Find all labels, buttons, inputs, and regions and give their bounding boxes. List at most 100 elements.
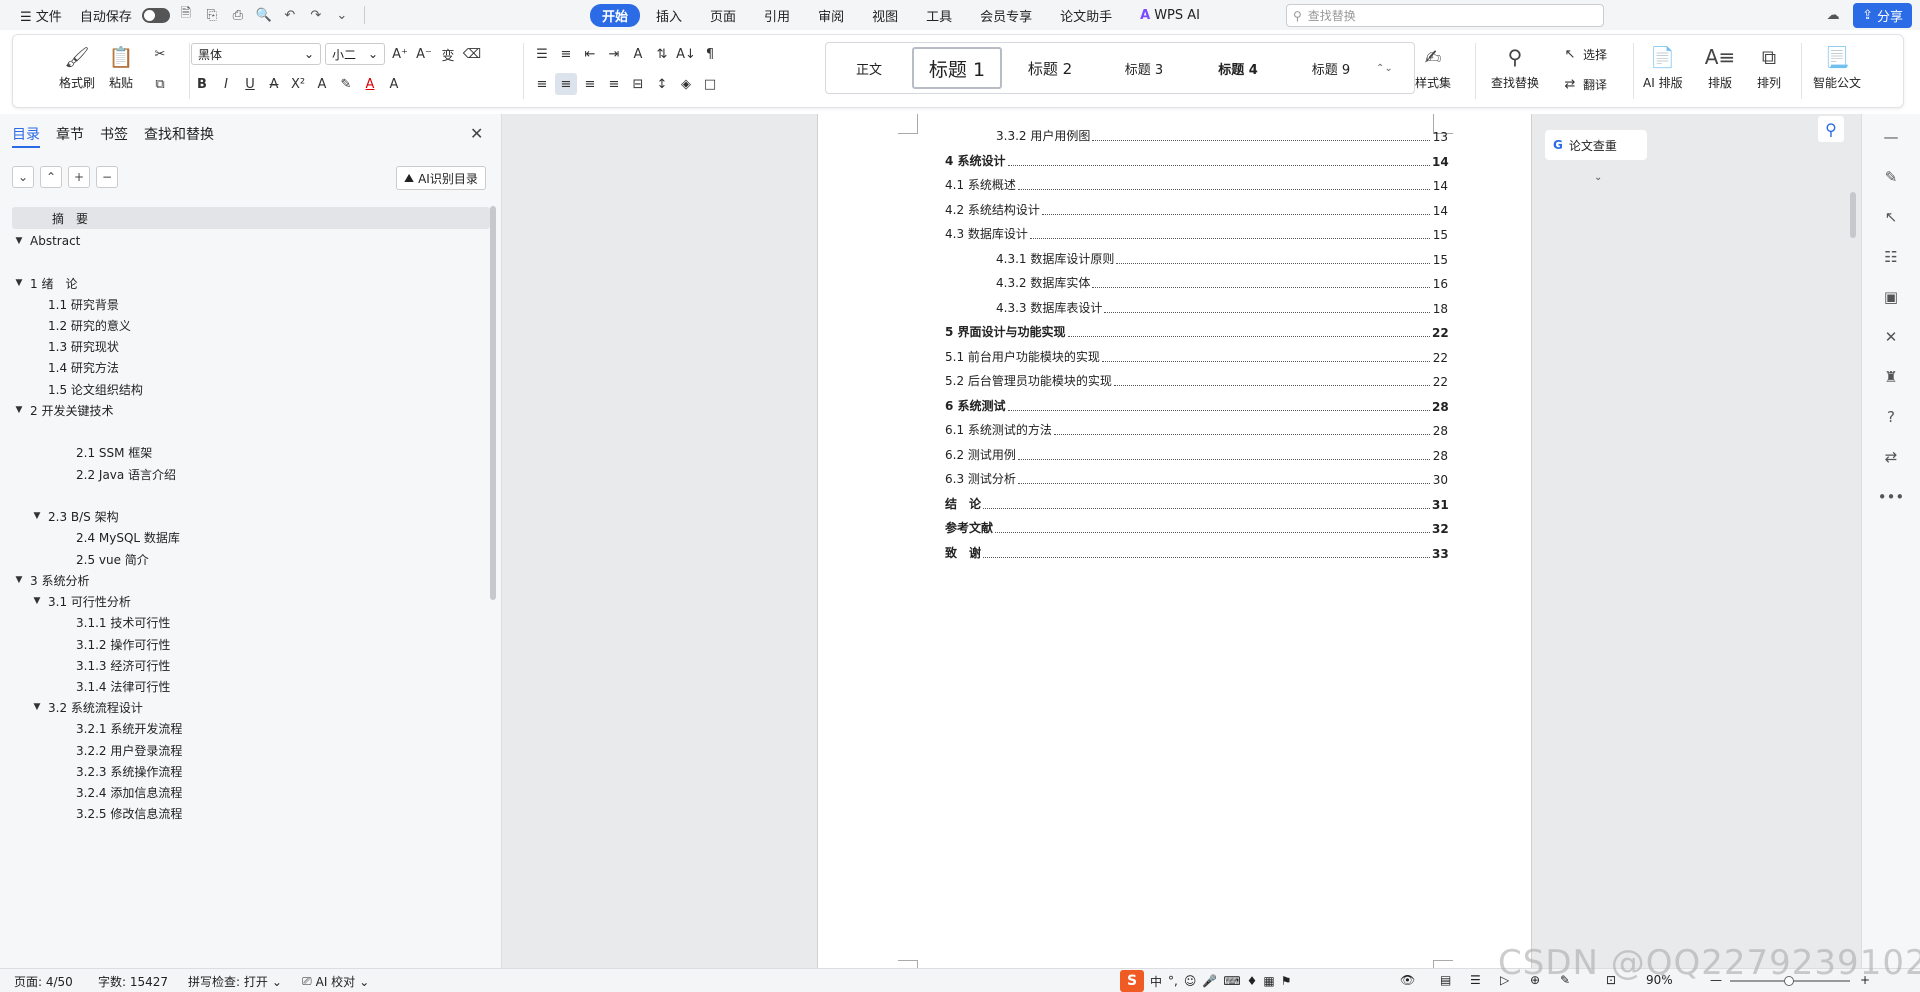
nav-tab-toc[interactable]: 目录 [12, 124, 40, 148]
save-icon[interactable]: 🗎 [176, 5, 196, 25]
toc-entry[interactable]: 4.1 系统概述 14 [945, 177, 1448, 193]
sogou-logo-icon[interactable]: S [1120, 970, 1144, 992]
thesis-check-button[interactable]: G 论文查重 [1545, 130, 1647, 160]
border-icon[interactable]: □ [699, 73, 721, 95]
phonetic-guide-icon[interactable]: 变 [437, 43, 459, 65]
smart-doc-button[interactable]: 📃 智能公文 [1813, 43, 1861, 91]
paste-button[interactable]: 📋 粘贴 [107, 43, 135, 91]
tab-view[interactable]: 视图 [860, 4, 910, 27]
ai-layout-button[interactable]: 📄 AI 排版 [1643, 43, 1683, 91]
char-shading-icon[interactable]: A [383, 73, 405, 95]
superscript-icon[interactable]: X² [287, 73, 309, 95]
sliders-icon[interactable]: ☷ [1880, 246, 1902, 268]
text-direction-icon[interactable]: A [627, 43, 649, 65]
toc-item[interactable]: ▼ 2.3 B/S 架构 [12, 505, 490, 527]
toc-item[interactable]: 3.2.3 系统操作流程 [12, 760, 490, 782]
share-button[interactable]: ⇪ 分享 [1853, 3, 1912, 28]
style-heading-1[interactable]: 标题 1 [912, 47, 1002, 89]
toc-entry[interactable]: 5.2 后台管理员功能模块的实现 22 [945, 373, 1448, 389]
tab-tools[interactable]: 工具 [914, 4, 964, 27]
clear-format-icon[interactable]: ⌫ [461, 43, 483, 65]
styles-set-button[interactable]: ✍ 样式集 [1415, 43, 1451, 91]
show-marks-icon[interactable]: ¶ [699, 43, 721, 65]
print-icon[interactable]: ⎙ [228, 5, 248, 25]
sort-az-icon[interactable]: A↓ [675, 43, 697, 65]
grid-icon[interactable]: ▦ [1263, 974, 1274, 988]
font-family-select[interactable]: 黑体 ⌄ [191, 43, 321, 65]
toc-item[interactable]: 3.1.4 法律可行性 [12, 675, 490, 697]
toc-item[interactable]: 3.1.3 经济可行性 [12, 654, 490, 676]
chevron-down-icon[interactable]: ⌄ [332, 5, 352, 25]
tab-references[interactable]: 引用 [752, 4, 802, 27]
tab-thesis-assistant[interactable]: 论文助手 [1048, 4, 1124, 27]
toc-item[interactable]: 1.2 研究的意义 [12, 314, 490, 336]
autosave-toggle[interactable] [141, 7, 170, 23]
document-scrollbar[interactable] [1850, 192, 1856, 238]
justify-icon[interactable]: ≡ [603, 73, 625, 95]
toc-entry[interactable]: 4.3.1 数据库设计原则 15 [996, 251, 1448, 267]
toc-item[interactable]: 3.2.2 用户登录流程 [12, 739, 490, 761]
toc-item[interactable]: 1.3 研究现状 [12, 335, 490, 357]
toc-item[interactable]: 1.5 论文组织结构 [12, 378, 490, 400]
tab-insert[interactable]: 插入 [644, 4, 694, 27]
toc-entry[interactable]: 5 界面设计与功能实现 22 [945, 324, 1449, 340]
align-right-icon[interactable]: ≡ [579, 73, 601, 95]
toc-entry[interactable]: 4 系统设计 14 [945, 153, 1449, 169]
toc-item[interactable]: 1.1 研究背景 [12, 293, 490, 315]
toc-item[interactable]: 摘 要 [12, 207, 490, 229]
toc-entry[interactable]: 6.1 系统测试的方法 28 [945, 422, 1448, 438]
spell-check-status[interactable]: 拼写检查: 打开 ⌄ [188, 973, 282, 990]
nav-tab-bookmarks[interactable]: 书签 [100, 124, 128, 148]
style-heading-4[interactable]: 标题 4 [1190, 47, 1286, 89]
tools-icon[interactable]: ✕ [1880, 326, 1902, 348]
distributed-icon[interactable]: ⊟ [627, 73, 649, 95]
tab-home[interactable]: 开始 [590, 4, 641, 27]
file-menu[interactable]: ☰ 文件 [14, 4, 68, 27]
tab-review[interactable]: 审阅 [806, 4, 856, 27]
expand-arrow-icon[interactable]: ▼ [12, 236, 26, 246]
outline-view-icon[interactable]: ☰ [1470, 973, 1481, 987]
grow-font-icon[interactable]: A⁺ [389, 43, 411, 65]
style-normal[interactable]: 正文 [826, 47, 912, 89]
toc-entry[interactable]: 4.3.3 数据库表设计 18 [996, 300, 1448, 316]
cloud-sync-icon[interactable]: ☁ [1823, 6, 1843, 26]
eye-icon[interactable]: 👁 [1400, 973, 1415, 987]
decrease-indent-icon[interactable]: ⇤ [579, 43, 601, 65]
collapse-icon[interactable]: ⌄ [12, 166, 34, 188]
arrange-button[interactable]: ⧉ 排列 [1755, 43, 1783, 91]
toc-entry[interactable]: 4.2 系统结构设计 14 [945, 202, 1448, 218]
gallery-more-icon[interactable]: ⌃⌄ [1376, 63, 1393, 74]
find-replace-button[interactable]: ⚲ 查找替换 [1491, 43, 1539, 91]
layout-button[interactable]: A≡ 排版 [1705, 43, 1735, 91]
tab-member[interactable]: 会员专享 [968, 4, 1044, 27]
tab-page[interactable]: 页面 [698, 4, 748, 27]
highlight-icon[interactable]: ✎ [335, 73, 357, 95]
document-page[interactable]: 3.3.2 用户用例图 13 4 系统设计 14 4.1 系统概述 14 4.2 系统结构设… [817, 114, 1532, 968]
align-left-icon[interactable]: ≡ [531, 73, 553, 95]
tab-wps-ai[interactable]: A WPS AI [1128, 6, 1212, 25]
page-indicator[interactable]: 页面: 4/50 [14, 973, 73, 990]
emoji-icon[interactable]: ☺ [1184, 974, 1197, 988]
toc-entry[interactable]: 参考文献 32 [945, 520, 1449, 536]
font-color-icon[interactable]: A [359, 73, 381, 95]
bullet-list-icon[interactable]: ☰ [531, 43, 553, 65]
cursor-icon[interactable]: ↖ [1880, 206, 1902, 228]
chevron-down-icon[interactable]: ⌄ [1594, 172, 1602, 183]
align-center-icon[interactable]: ≡ [555, 73, 577, 95]
undo-icon[interactable]: ↶ [280, 5, 300, 25]
expand-arrow-icon[interactable]: ▼ [12, 405, 26, 415]
toolbox-icon[interactable]: ⚑ [1281, 974, 1292, 988]
expand-arrow-icon[interactable]: ▼ [12, 278, 26, 288]
toc-item[interactable]: ▼ 3.2 系统流程设计 [12, 696, 490, 718]
shrink-font-icon[interactable]: A⁻ [413, 43, 435, 65]
minus-icon[interactable]: — [1880, 126, 1902, 148]
toc-item[interactable]: ▼ Abstract [12, 230, 490, 252]
pen-icon[interactable]: ✎ [1880, 166, 1902, 188]
strikethrough-icon[interactable]: A [263, 73, 285, 95]
chart-icon[interactable]: ▣ [1880, 286, 1902, 308]
toc-item[interactable]: 3.2.1 系统开发流程 [12, 717, 490, 739]
translate-button[interactable]: ⇄ 翻译 [1559, 73, 1607, 95]
word-count[interactable]: 字数: 15427 [98, 973, 168, 990]
toc-item[interactable]: 3.1.1 技术可行性 [12, 611, 490, 633]
remove-icon[interactable]: − [96, 166, 118, 188]
